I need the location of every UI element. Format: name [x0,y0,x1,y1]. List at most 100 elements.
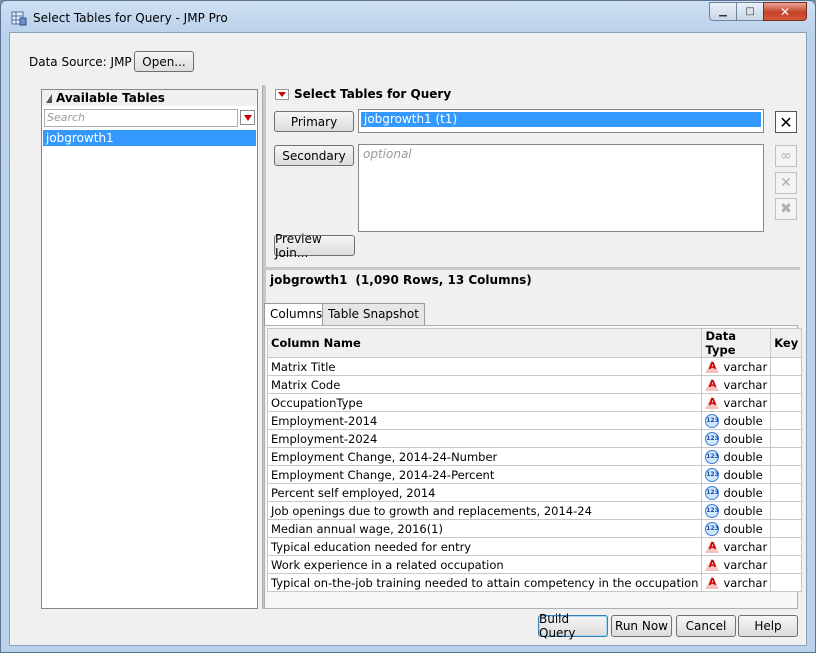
available-table-item[interactable]: jobgrowth1 [43,130,256,146]
data-type-cell[interactable]: 123 double [701,447,772,466]
column-name-cell[interactable]: Median annual wage, 2016(1) [266,519,703,538]
close-button[interactable]: ✕ [763,2,807,21]
data-type-cell[interactable]: 123 double [701,519,772,538]
key-cell[interactable] [770,429,803,448]
horizontal-splitter[interactable] [266,267,800,270]
red-triangle-menu-icon[interactable] [275,89,289,100]
secondary-button[interactable]: Secondary [274,145,354,166]
primary-table-field[interactable]: jobgrowth1 (t1) [358,109,764,133]
minimize-button[interactable]: ▁ [709,2,736,21]
key-cell[interactable] [770,573,803,592]
column-name-cell[interactable]: Employment-2024 [266,429,703,448]
columns-grid: Column Name Data Type Key Matrix Title Av… [266,328,803,592]
table-row[interactable]: Employment Change, 2014-24-Percent 123 dou… [266,465,803,484]
remove-icon[interactable]: ✕ [775,172,797,194]
data-type-cell[interactable]: 123 double [701,483,772,502]
key-cell[interactable] [770,465,803,484]
secondary-tables-field[interactable]: optional [358,144,764,232]
data-type-cell[interactable]: Avarchar [701,573,772,592]
data-type-label: double [723,503,763,518]
collapse-triangle-icon[interactable] [46,94,52,103]
table-row[interactable]: Employment-2024 123 double [266,429,803,448]
column-name-cell[interactable]: Job openings due to growth and replaceme… [266,501,703,520]
data-type-cell[interactable]: Avarchar [701,393,772,412]
key-cell[interactable] [770,537,803,556]
data-type-label: varchar [723,557,768,572]
key-cell[interactable] [770,501,803,520]
data-type-wrap: 123 double [705,413,767,428]
data-type-cell[interactable]: 123 double [701,465,772,484]
table-row[interactable]: Work experience in a related occupation A… [266,555,803,574]
search-input[interactable]: Search [44,109,238,127]
table-row[interactable]: Matrix Title Avarchar [266,357,803,376]
column-name-cell[interactable]: Employment-2014 [266,411,703,430]
help-button[interactable]: Help [738,615,798,637]
key-cell[interactable] [770,483,803,502]
table-row[interactable]: OccupationType Avarchar [266,393,803,412]
title-bar[interactable]: Select Tables for Query - JMP Pro ▁ □ ✕ [1,1,815,33]
table-info-summary: (1,090 Rows, 13 Columns) [355,273,532,287]
column-name-cell[interactable]: Employment Change, 2014-24-Number [266,447,703,466]
char-icon: A [705,575,720,590]
column-name-cell[interactable]: Typical on-the-job training needed to at… [266,573,703,592]
search-options-dropdown-icon[interactable] [240,110,255,125]
build-query-button[interactable]: Build Query [538,612,608,640]
preview-join-button[interactable]: Preview Join... [274,232,355,260]
table-row[interactable]: Typical education needed for entry Avarch… [266,537,803,556]
numeric-icon: 123 [705,521,720,536]
database-icon [11,11,27,26]
data-type-label: varchar [723,539,768,554]
remove-primary-icon[interactable]: ✕ [775,111,797,133]
table-row[interactable]: Employment-2014 123 double [266,411,803,430]
column-name-header[interactable]: Column Name [266,328,703,358]
primary-button[interactable]: Primary [274,111,354,132]
tab-columns[interactable]: Columns [264,303,329,326]
table-row[interactable]: Employment Change, 2014-24-Number 123 doub… [266,447,803,466]
column-name-cell[interactable]: Matrix Code [266,375,703,394]
data-type-wrap: Avarchar [705,359,768,374]
data-type-cell[interactable]: 123 double [701,501,772,520]
data-type-cell[interactable]: Avarchar [701,375,772,394]
data-type-wrap: Avarchar [705,395,767,410]
cancel-button[interactable]: Cancel [676,615,736,637]
link-icon[interactable]: ∞ [775,145,797,167]
data-type-label: varchar [723,359,768,374]
data-type-cell[interactable]: Avarchar [701,357,772,376]
dialog-window: Select Tables for Query - JMP Pro ▁ □ ✕ … [0,0,816,653]
data-type-cell[interactable]: Avarchar [701,555,772,574]
open-button[interactable]: Open... [134,51,194,72]
key-cell[interactable] [770,555,803,574]
clear-icon[interactable]: ✖ [775,198,797,220]
char-icon: A [705,557,720,572]
data-type-label: double [723,413,763,428]
key-cell[interactable] [770,375,803,394]
column-name-cell[interactable]: Typical education needed for entry [266,537,703,556]
table-row[interactable]: Median annual wage, 2016(1) 123 double [266,519,803,538]
table-row[interactable]: Percent self employed, 2014 123 double [266,483,803,502]
table-row[interactable]: Job openings due to growth and replaceme… [266,501,803,520]
column-name-cell[interactable]: Work experience in a related occupation [266,555,703,574]
data-type-label: varchar [723,377,768,392]
data-type-header[interactable]: Data Type [701,328,772,358]
key-cell[interactable] [770,519,803,538]
key-cell[interactable] [770,447,803,466]
column-name-cell[interactable]: Matrix Title [266,357,703,376]
char-icon: A [705,395,720,410]
tab-table-snapshot[interactable]: Table Snapshot [322,303,425,325]
table-row[interactable]: Typical on-the-job training needed to at… [266,573,803,592]
table-row[interactable]: Matrix Code Avarchar [266,375,803,394]
primary-table-value[interactable]: jobgrowth1 (t1) [361,112,761,127]
column-name-cell[interactable]: OccupationType [266,393,703,412]
numeric-icon: 123 [705,485,720,500]
data-type-cell[interactable]: 123 double [701,429,772,448]
data-type-cell[interactable]: 123 double [701,411,772,430]
key-cell[interactable] [770,357,803,376]
key-cell[interactable] [770,393,803,412]
maximize-button[interactable]: □ [736,2,763,21]
key-cell[interactable] [770,411,803,430]
run-now-button[interactable]: Run Now [611,615,672,637]
data-type-cell[interactable]: Avarchar [701,537,772,556]
key-header[interactable]: Key [770,328,803,358]
column-name-cell[interactable]: Percent self employed, 2014 [266,483,703,502]
column-name-cell[interactable]: Employment Change, 2014-24-Percent [266,465,703,484]
